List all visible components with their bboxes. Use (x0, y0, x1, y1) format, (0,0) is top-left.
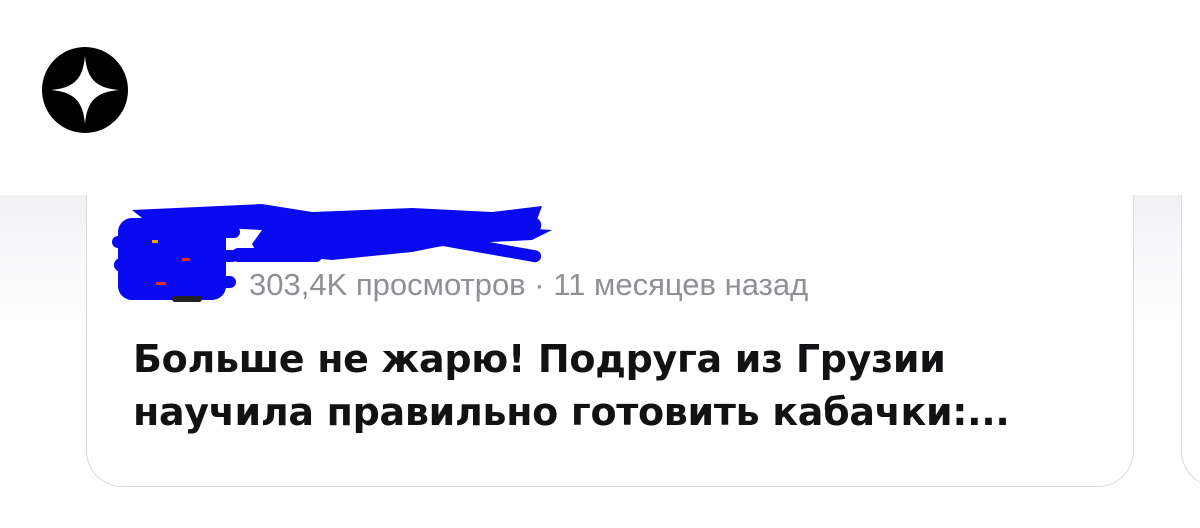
article-title[interactable]: Больше не жарю! Подруга из Грузии научил… (133, 333, 1073, 439)
article-title-line-1: Больше не жарю! Подруга из Грузии (133, 337, 946, 381)
article-title-line-2: научила правильно готовить кабачки:... (133, 390, 1010, 434)
meta-separator: · (534, 267, 545, 302)
top-header (0, 0, 1200, 195)
published-age: 11 месяцев назад (553, 267, 809, 302)
views-count: 303,4K просмотров (249, 267, 526, 302)
article-meta: 303,4K просмотров · 11 месяцев назад (249, 263, 808, 307)
next-article-card[interactable] (1181, 195, 1200, 487)
brand-logo-icon[interactable] (42, 47, 128, 133)
